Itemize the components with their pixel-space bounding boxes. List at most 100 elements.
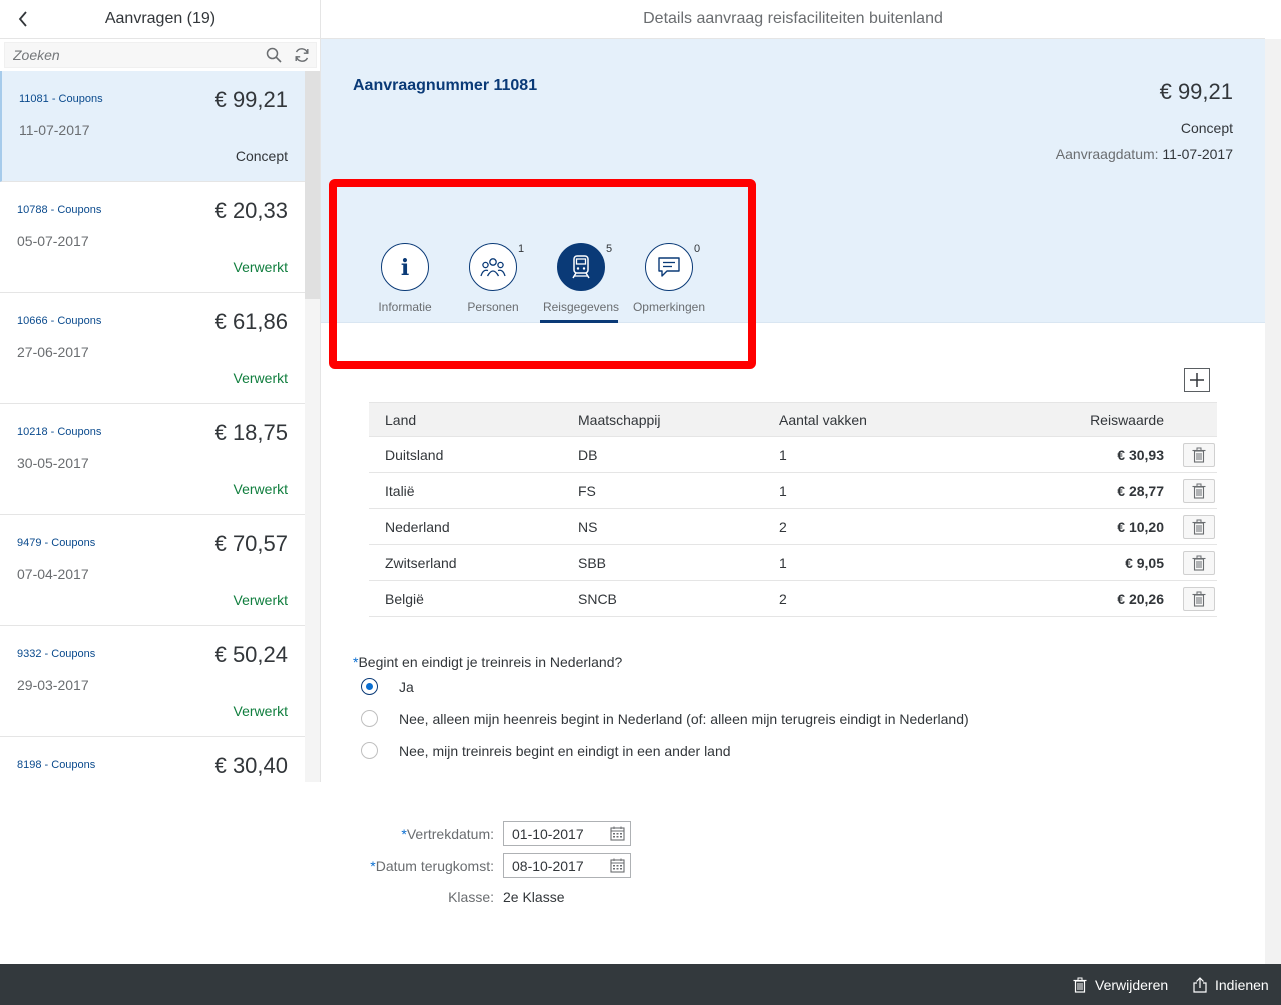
cell-maatschappij: FS [578, 482, 596, 499]
list-item-id: 9332 - Coupons [17, 648, 96, 660]
delete-button-label: Verwijderen [1095, 976, 1169, 993]
column-header-maatschappij: Maatschappij [578, 411, 661, 428]
route-question-text: Begint en eindigt je treinreis in Nederl… [358, 654, 623, 670]
column-header-reiswaarde: Reiswaarde [1090, 411, 1164, 428]
departure-calendar-button[interactable] [604, 822, 630, 845]
list-item-date: 27-06-2017 [17, 344, 89, 360]
cell-maatschappij: SBB [578, 554, 607, 571]
svg-text:i: i [401, 255, 409, 280]
request-date-label: Aanvraagdatum: [1055, 146, 1159, 162]
departure-date-field [503, 821, 631, 846]
tab-personen[interactable]: 1 Personen [449, 243, 537, 323]
cell-aantal-vakken: 2 [779, 518, 787, 535]
list-item-status: Verwerkt [233, 703, 288, 719]
tab-informatie-circle: i [381, 243, 429, 291]
tab-reisgegevens-count: 5 [606, 243, 613, 255]
return-date-input[interactable] [504, 857, 604, 874]
tab-opmerkingen-circle [645, 243, 693, 291]
radio-option-heenreis[interactable]: Nee, alleen mijn heenreis begint in Nede… [361, 710, 969, 727]
cell-reiswaarde: € 9,05 [1125, 554, 1164, 571]
tab-opmerkingen-label: Opmerkingen [632, 300, 706, 314]
list-item[interactable]: 9479 - Coupons € 70,57 07-04-2017 Verwer… [0, 515, 305, 626]
tab-informatie-label: Informatie [378, 300, 432, 314]
list-scrollbar[interactable] [305, 71, 320, 782]
return-calendar-button[interactable] [604, 854, 630, 877]
cell-maatschappij: NS [578, 518, 598, 535]
calendar-icon [609, 826, 625, 841]
group-icon [480, 258, 506, 277]
delete-row-button[interactable] [1183, 586, 1215, 611]
trash-icon [1192, 591, 1206, 607]
list-item-status: Concept [235, 148, 288, 164]
trash-icon [1192, 555, 1206, 571]
list-item-id: 10666 - Coupons [17, 315, 102, 327]
submit-button[interactable]: Indienen [1192, 964, 1269, 1005]
radio-option-ja[interactable]: Ja [361, 678, 414, 695]
list-item-status: Verwerkt [233, 592, 288, 608]
radio-button[interactable] [361, 710, 378, 727]
list-item[interactable]: 10666 - Coupons € 61,86 27-06-2017 Verwe… [0, 293, 305, 404]
cell-land: België [385, 590, 424, 607]
list-item-status: Verwerkt [233, 481, 288, 497]
cell-land: Duitsland [385, 446, 444, 463]
radio-option-label: Nee, mijn treinreis begint en eindigt in… [399, 742, 731, 759]
request-number-title: Aanvraagnummer 11081 [353, 77, 538, 94]
column-header-land: Land [385, 411, 417, 428]
tab-opmerkingen[interactable]: 0 Opmerkingen [625, 243, 713, 323]
return-row: *Datum terugkomst: [321, 853, 631, 878]
delete-row-button[interactable] [1183, 442, 1215, 467]
tab-reisgegevens[interactable]: 5 Reisgegevens [537, 243, 625, 323]
cell-reiswaarde: € 30,93 [1117, 446, 1164, 463]
departure-date-input[interactable] [504, 825, 604, 842]
list-item[interactable]: 10788 - Coupons € 20,33 05-07-2017 Verwe… [0, 182, 305, 293]
list-item-date: 30-05-2017 [17, 455, 89, 471]
list-item-date: 07-04-2017 [17, 566, 89, 582]
list-item[interactable]: 8198 - Coupons € 30,40 [0, 737, 305, 782]
tab-personen-count: 1 [518, 243, 525, 255]
trash-icon [1192, 519, 1206, 535]
refresh-button[interactable] [288, 43, 316, 67]
detail-scrollbar-track[interactable] [1265, 39, 1281, 964]
delete-button[interactable]: Verwijderen [1072, 964, 1168, 1005]
list-item[interactable]: 9332 - Coupons € 50,24 29-03-2017 Verwer… [0, 626, 305, 737]
list-item[interactable]: 11081 - Coupons € 99,21 11-07-2017 Conce… [0, 71, 305, 182]
cell-aantal-vakken: 2 [779, 590, 787, 607]
submit-button-label: Indienen [1215, 976, 1269, 993]
master-empty-area [0, 782, 321, 964]
cell-reiswaarde: € 28,77 [1117, 482, 1164, 499]
tab-personen-circle [469, 243, 517, 291]
info-icon: i [401, 255, 409, 280]
radio-button[interactable] [361, 742, 378, 759]
cell-reiswaarde: € 20,26 [1117, 590, 1164, 607]
cell-reiswaarde: € 10,20 [1117, 518, 1164, 535]
detail-pane: Details aanvraag reisfaciliteiten buiten… [321, 0, 1265, 964]
search-button[interactable] [260, 43, 288, 67]
list-scroll-thumb[interactable] [305, 71, 320, 299]
route-question: *Begint en eindigt je treinreis in Neder… [353, 654, 622, 670]
return-date-field [503, 853, 631, 878]
list-item-status: Verwerkt [233, 259, 288, 275]
radio-option-ander-land[interactable]: Nee, mijn treinreis begint en eindigt in… [361, 742, 731, 759]
class-row: Klasse: 2e Klasse [321, 889, 564, 905]
detail-page-title: Details aanvraag reisfaciliteiten buiten… [321, 0, 1265, 39]
list-item-date: 29-03-2017 [17, 677, 89, 693]
delete-row-button[interactable] [1183, 514, 1215, 539]
search-input[interactable] [5, 43, 260, 67]
search-bar [4, 42, 317, 68]
delete-row-button[interactable] [1183, 478, 1215, 503]
add-row-button[interactable] [1184, 368, 1210, 392]
list-item[interactable]: 10218 - Coupons € 18,75 30-05-2017 Verwe… [0, 404, 305, 515]
table-row: Nederland NS 2 € 10,20 [369, 509, 1217, 545]
tab-informatie[interactable]: i Informatie [361, 243, 449, 323]
master-pane: Aanvragen (19) 11081 - Coupons € 99,21 1… [0, 0, 321, 782]
master-title: Aanvragen (19) [104, 10, 216, 27]
back-button[interactable] [12, 8, 34, 30]
class-label: Klasse: [448, 889, 494, 905]
radio-button[interactable] [361, 678, 378, 695]
request-date-value: 11-07-2017 [1162, 146, 1233, 162]
delete-row-button[interactable] [1183, 550, 1215, 575]
departure-row: *Vertrekdatum: [321, 821, 631, 846]
list-item-amount: € 99,21 [214, 87, 288, 112]
request-list: 11081 - Coupons € 99,21 11-07-2017 Conce… [0, 71, 305, 782]
travel-table: Land Maatschappij Aantal vakken Reiswaar… [369, 402, 1217, 617]
